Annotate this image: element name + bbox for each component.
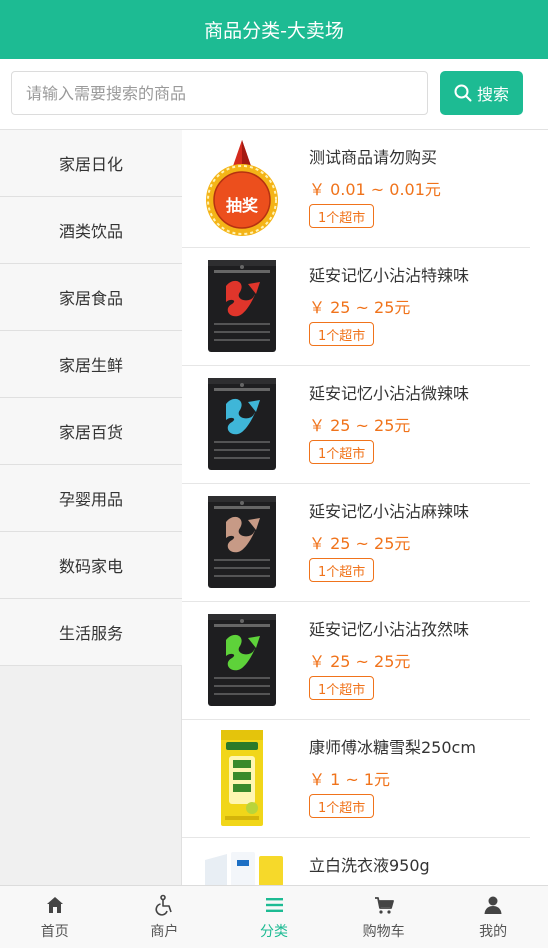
sidebar-item-food[interactable]: 家居食品 [0, 264, 182, 331]
product-item[interactable]: 立白洗衣液950g [182, 838, 530, 885]
sidebar-item-electronics[interactable]: 数码家电 [0, 532, 182, 599]
tab-label: 分类 [259, 923, 288, 940]
store-count-tag[interactable]: 1个超市 [309, 676, 375, 700]
sidebar-item-baby[interactable]: 孕婴用品 [0, 465, 182, 532]
product-image-lottery: 抽奖 [197, 138, 287, 238]
product-name: 延安记忆小沾沾孜然味 [309, 620, 470, 639]
category-sidebar: 家居日化 酒类饮品 家居食品 家居生鲜 家居百货 孕婴用品 数码家电 生活服务 [0, 130, 182, 885]
store-count-tag[interactable]: 1个超市 [309, 558, 375, 582]
product-item[interactable]: 康师傅冰糖雪梨250cm ￥ 1 ~ 1元 1个超市 [182, 720, 530, 838]
product-name: 延安记忆小沾沾特辣味 [309, 266, 470, 285]
sidebar-item-label: 孕婴用品 [58, 490, 123, 509]
search-button-label: 搜索 [476, 85, 509, 104]
product-image-snack-bag [197, 374, 287, 474]
sidebar-item-label: 家居食品 [58, 289, 123, 308]
product-item[interactable]: 延安记忆小沾沾特辣味 ￥ 25 ~ 25元 1个超市 [182, 248, 530, 366]
product-price: ￥ 1 ~ 1元 [309, 770, 391, 789]
sidebar-item-label: 生活服务 [58, 624, 123, 643]
tab-merchants[interactable]: 商户 [110, 886, 220, 948]
tab-label: 商户 [150, 923, 179, 940]
app-header: 商品分类-大卖场 [0, 0, 548, 59]
list-icon [265, 897, 283, 912]
search-bar: 搜索 [0, 59, 548, 130]
product-image-snack-bag [197, 610, 287, 710]
tab-home[interactable]: 首页 [0, 886, 110, 948]
product-image-snack-bag [197, 492, 287, 592]
product-name: 延安记忆小沾沾麻辣味 [309, 502, 470, 521]
product-item[interactable]: 抽奖 测试商品请勿购买 ￥ 0.01 ~ 0.01元 1个超市 [182, 130, 530, 248]
product-price: ￥ 25 ~ 25元 [309, 416, 411, 435]
product-item[interactable]: 延安记忆小沾沾微辣味 ￥ 25 ~ 25元 1个超市 [182, 366, 530, 484]
tab-label: 购物车 [362, 923, 405, 940]
tab-cart[interactable]: 购物车 [329, 886, 439, 948]
sidebar-item-drinks[interactable]: 酒类饮品 [0, 197, 182, 264]
product-image-drink-pack [197, 728, 287, 828]
product-image-snack-bag [197, 256, 287, 356]
tab-label: 我的 [479, 923, 508, 940]
product-name: 康师傅冰糖雪梨250cm [309, 738, 476, 757]
wheelchair-icon [155, 894, 173, 916]
product-item[interactable]: 延安记忆小沾沾麻辣味 ￥ 25 ~ 25元 1个超市 [182, 484, 530, 602]
scroll-gutter [530, 130, 548, 885]
tab-label: 首页 [40, 923, 69, 940]
product-price: ￥ 25 ~ 25元 [309, 298, 411, 317]
sidebar-item-services[interactable]: 生活服务 [0, 599, 182, 666]
product-item[interactable]: 延安记忆小沾沾孜然味 ￥ 25 ~ 25元 1个超市 [182, 602, 530, 720]
product-name: 测试商品请勿购买 [309, 148, 438, 167]
store-count-tag[interactable]: 1个超市 [309, 204, 375, 228]
lottery-badge-text: 抽奖 [225, 196, 258, 215]
sidebar-item-label: 家居日化 [58, 155, 123, 174]
sidebar-item-label: 家居生鲜 [58, 356, 123, 375]
store-count-tag[interactable]: 1个超市 [309, 440, 375, 464]
search-input[interactable] [11, 71, 428, 115]
tab-profile[interactable]: 我的 [438, 886, 548, 948]
product-name: 延安记忆小沾沾微辣味 [309, 384, 470, 403]
sidebar-item-label: 酒类饮品 [58, 222, 123, 241]
bottom-tab-bar: 首页 商户 分类 购物车 我的 [0, 885, 548, 948]
product-image-detergent [197, 846, 287, 885]
store-count-tag[interactable]: 1个超市 [309, 322, 375, 346]
sidebar-item-home-chemicals[interactable]: 家居日化 [0, 130, 182, 197]
sidebar-item-fresh[interactable]: 家居生鲜 [0, 331, 182, 398]
sidebar-item-general[interactable]: 家居百货 [0, 398, 182, 465]
product-name: 立白洗衣液950g [309, 856, 430, 875]
tab-category[interactable]: 分类 [219, 886, 329, 948]
home-icon [46, 896, 63, 913]
cart-icon [374, 896, 394, 914]
product-price: ￥ 0.01 ~ 0.01元 [309, 180, 441, 199]
sidebar-item-label: 家居百货 [58, 423, 123, 442]
product-list: 抽奖 测试商品请勿购买 ￥ 0.01 ~ 0.01元 1个超市 延安记忆小沾沾特… [182, 130, 530, 885]
user-icon [484, 896, 502, 914]
store-count-tag[interactable]: 1个超市 [309, 794, 375, 818]
search-icon [454, 84, 472, 102]
sidebar-item-label: 数码家电 [58, 557, 123, 576]
search-button[interactable]: 搜索 [440, 71, 523, 115]
product-price: ￥ 25 ~ 25元 [309, 534, 411, 553]
product-price: ￥ 25 ~ 25元 [309, 652, 411, 671]
page-title: 商品分类-大卖场 [204, 20, 344, 42]
